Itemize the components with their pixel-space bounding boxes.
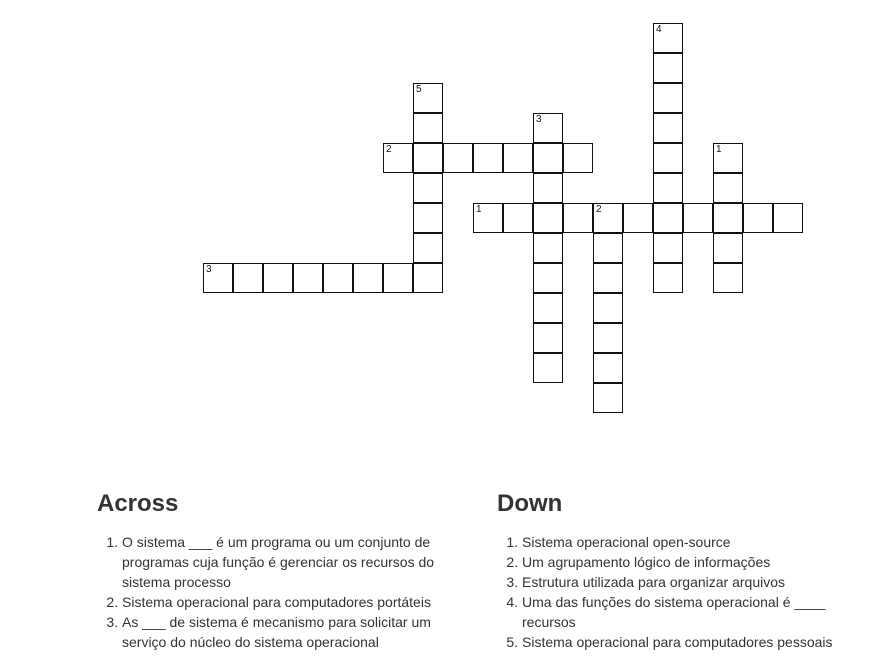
grid-cell[interactable] <box>353 263 383 293</box>
grid-cell[interactable] <box>533 173 563 203</box>
grid-cell[interactable] <box>533 203 563 233</box>
grid-cell[interactable] <box>563 203 593 233</box>
grid-cell[interactable] <box>653 263 683 293</box>
grid-cell[interactable] <box>653 113 683 143</box>
grid-cell[interactable] <box>443 143 473 173</box>
grid-cell[interactable]: 3 <box>203 263 233 293</box>
clue-number: 4 <box>656 24 662 35</box>
grid-cell[interactable] <box>503 143 533 173</box>
grid-cell[interactable] <box>413 113 443 143</box>
clue-number: 1 <box>716 144 722 155</box>
grid-cell[interactable] <box>533 233 563 263</box>
grid-cell[interactable] <box>383 263 413 293</box>
down-clue-5: Sistema operacional para computadores pe… <box>522 632 842 652</box>
across-clue-list: O sistema ___ é um programa ou um conjun… <box>97 532 442 652</box>
down-clue-3: Estrutura utilizada para organizar arqui… <box>522 572 842 592</box>
grid-cell[interactable] <box>293 263 323 293</box>
across-clue-3: As ___ de sistema é mecanismo para solic… <box>122 612 442 652</box>
grid-cell[interactable]: 1 <box>473 203 503 233</box>
crossword-grid: 4 5 3 2 1 1 2 3 <box>0 0 890 440</box>
grid-cell[interactable] <box>563 143 593 173</box>
grid-cell[interactable]: 2 <box>593 203 623 233</box>
grid-cell[interactable] <box>743 203 773 233</box>
down-clue-1: Sistema operacional open-source <box>522 532 842 552</box>
grid-cell[interactable] <box>623 203 653 233</box>
across-clue-1: O sistema ___ é um programa ou um conjun… <box>122 532 442 592</box>
across-clues: Across O sistema ___ é um programa ou um… <box>97 490 442 652</box>
grid-cell[interactable] <box>233 263 263 293</box>
grid-cell[interactable] <box>653 143 683 173</box>
grid-cell[interactable] <box>593 383 623 413</box>
grid-cell[interactable] <box>713 203 743 233</box>
clue-number: 5 <box>416 84 422 95</box>
grid-cell[interactable] <box>713 263 743 293</box>
across-heading: Across <box>97 490 179 517</box>
clue-number: 3 <box>206 264 212 275</box>
down-clue-2: Um agrupamento lógico de informações <box>522 552 842 572</box>
grid-cell[interactable] <box>323 263 353 293</box>
grid-cell[interactable]: 3 <box>533 113 563 143</box>
grid-cell[interactable]: 2 <box>383 143 413 173</box>
grid-cell[interactable] <box>533 353 563 383</box>
grid-cell[interactable] <box>713 233 743 263</box>
down-clue-4: Uma das funções do sistema operacional é… <box>522 592 842 632</box>
grid-cell[interactable]: 1 <box>713 143 743 173</box>
down-clues: Down Sistema operacional open-source Um … <box>497 490 842 652</box>
grid-cell[interactable] <box>653 173 683 203</box>
down-heading: Down <box>497 490 563 517</box>
clue-number: 3 <box>536 114 542 125</box>
grid-cell[interactable] <box>503 203 533 233</box>
grid-cell[interactable] <box>413 263 443 293</box>
down-clue-list: Sistema operacional open-source Um agrup… <box>497 532 842 652</box>
grid-cell[interactable] <box>533 143 563 173</box>
grid-cell[interactable] <box>593 323 623 353</box>
grid-cell[interactable]: 4 <box>653 23 683 53</box>
grid-cell[interactable] <box>653 83 683 113</box>
across-clue-2: Sistema operacional para computadores po… <box>122 592 442 612</box>
grid-cell[interactable] <box>533 263 563 293</box>
grid-cell[interactable] <box>773 203 803 233</box>
grid-cell[interactable] <box>473 143 503 173</box>
grid-cell[interactable] <box>653 203 683 233</box>
grid-cell[interactable] <box>413 203 443 233</box>
grid-cell[interactable] <box>683 203 713 233</box>
grid-cell[interactable] <box>263 263 293 293</box>
grid-cell[interactable] <box>413 173 443 203</box>
grid-cell[interactable]: 5 <box>413 83 443 113</box>
clue-number: 1 <box>476 204 482 215</box>
grid-cell[interactable] <box>533 293 563 323</box>
clue-number: 2 <box>386 144 392 155</box>
grid-cell[interactable] <box>713 173 743 203</box>
grid-cell[interactable] <box>593 263 623 293</box>
grid-cell[interactable] <box>533 323 563 353</box>
grid-cell[interactable] <box>593 353 623 383</box>
clue-number: 2 <box>596 204 602 215</box>
grid-cell[interactable] <box>653 233 683 263</box>
grid-cell[interactable] <box>593 293 623 323</box>
grid-cell[interactable] <box>413 143 443 173</box>
grid-cell[interactable] <box>593 233 623 263</box>
grid-cell[interactable] <box>413 233 443 263</box>
grid-cell[interactable] <box>653 53 683 83</box>
